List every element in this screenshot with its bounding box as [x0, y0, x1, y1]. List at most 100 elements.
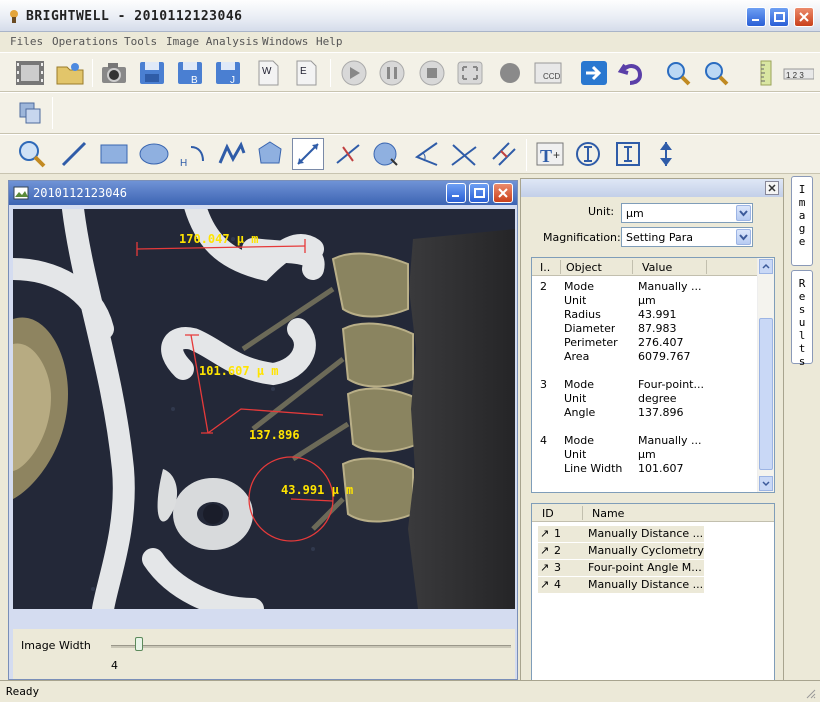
- save-jpg-icon[interactable]: J: [212, 57, 244, 89]
- polygon-tool-icon[interactable]: [254, 138, 286, 170]
- angle-tool-icon[interactable]: [410, 138, 442, 170]
- menu-help[interactable]: Help: [316, 35, 343, 48]
- open-folder-icon[interactable]: [54, 57, 86, 89]
- tab-image-letter: m: [798, 196, 806, 209]
- grid-cell-object: Unit: [564, 294, 587, 307]
- grid-header-value[interactable]: Value: [642, 261, 672, 274]
- grid-row[interactable]: Unit degree: [532, 391, 758, 405]
- distance-tool-icon[interactable]: [292, 138, 324, 170]
- unit-label: Unit:: [588, 205, 615, 218]
- menu-image-analysis[interactable]: Image Analysis: [166, 35, 259, 48]
- vertical-bar-icon[interactable]: [612, 138, 644, 170]
- ellipse-tool-icon[interactable]: [138, 138, 170, 170]
- text-tool-icon[interactable]: T +: [534, 138, 566, 170]
- zoom-in-icon[interactable]: [662, 57, 694, 89]
- app-title: BRIGHTWELL - 2010112123046: [26, 9, 243, 24]
- ruler-horizontal-icon[interactable]: 1 2 3: [782, 57, 814, 89]
- grid-row[interactable]: Diameter 87.983: [532, 321, 758, 335]
- microscope-image[interactable]: 170.047 μ m 101.607 μ m 137.896 43.991 μ…: [13, 209, 515, 609]
- magnifier-icon[interactable]: [16, 138, 48, 170]
- grid-row[interactable]: [532, 363, 758, 377]
- vertical-distance-icon[interactable]: [650, 138, 682, 170]
- image-close-button[interactable]: [493, 183, 513, 203]
- camera-icon[interactable]: [98, 57, 130, 89]
- measurement-list[interactable]: ID Name ↗ 1 Manually Distance ... ↗ 2 Ma…: [531, 503, 775, 695]
- results-panel: Unit: μm Magnification: Setting Para I..…: [520, 178, 784, 698]
- record-icon[interactable]: [494, 57, 526, 89]
- vertical-circle-icon[interactable]: [572, 138, 604, 170]
- close-button[interactable]: [794, 7, 814, 27]
- menu-windows[interactable]: Windows: [262, 35, 308, 48]
- list-item-name: Manually Cyclometry: [588, 544, 704, 557]
- grid-row[interactable]: Unit μm: [532, 447, 758, 461]
- scroll-down-icon[interactable]: [759, 476, 773, 491]
- film-icon[interactable]: [14, 57, 46, 89]
- image-maximize-button[interactable]: [469, 183, 489, 203]
- grid-row[interactable]: Line Width 101.607: [532, 461, 758, 475]
- list-item[interactable]: ↗ 4 Manually Distance ...: [538, 577, 704, 593]
- list-item[interactable]: ↗ 1 Manually Distance ...: [538, 526, 704, 542]
- magnification-select[interactable]: Setting Para: [621, 227, 753, 247]
- save-bmp-icon[interactable]: B: [174, 57, 206, 89]
- four-point-angle-icon[interactable]: [448, 138, 480, 170]
- line-tool-icon[interactable]: [58, 138, 90, 170]
- stop-icon[interactable]: [416, 57, 448, 89]
- grid-row[interactable]: Unit μm: [532, 293, 758, 307]
- scroll-up-icon[interactable]: [759, 259, 773, 274]
- menu-tools[interactable]: Tools: [124, 35, 157, 48]
- fullscreen-icon[interactable]: [454, 57, 486, 89]
- cross-line-tool-icon[interactable]: [332, 138, 364, 170]
- panel-close-button[interactable]: [765, 181, 779, 195]
- list-header-id[interactable]: ID: [542, 507, 554, 520]
- scroll-thumb[interactable]: [759, 318, 773, 470]
- grid-row[interactable]: [532, 419, 758, 433]
- grid-row[interactable]: Area 6079.767: [532, 349, 758, 363]
- list-item[interactable]: ↗ 2 Manually Cyclometry: [538, 543, 704, 559]
- image-width-slider-track[interactable]: [111, 645, 511, 648]
- grid-row[interactable]: Radius 43.991: [532, 307, 758, 321]
- arc-tool-icon[interactable]: H: [176, 138, 208, 170]
- list-header-name[interactable]: Name: [592, 507, 624, 520]
- forward-arrow-icon[interactable]: [578, 57, 610, 89]
- measure-toolbar: H T +: [0, 134, 820, 174]
- grid-row[interactable]: Angle 137.896: [532, 405, 758, 419]
- grid-row[interactable]: 3 Mode Four-point...: [532, 377, 758, 391]
- play-icon[interactable]: [338, 57, 370, 89]
- undo-icon[interactable]: [616, 57, 648, 89]
- image-width-slider-thumb[interactable]: [135, 637, 143, 651]
- list-item[interactable]: ↗ 3 Four-point Angle M...: [538, 560, 704, 576]
- ruler-vertical-icon[interactable]: [746, 57, 778, 89]
- rectangle-tool-icon[interactable]: [98, 138, 130, 170]
- image-minimize-button[interactable]: [446, 183, 466, 203]
- layers-icon[interactable]: [14, 97, 46, 129]
- grid-header-id[interactable]: I..: [540, 261, 550, 274]
- grid-row[interactable]: Perimeter 276.407: [532, 335, 758, 349]
- tab-results[interactable]: Results: [791, 270, 813, 368]
- maximize-button[interactable]: [769, 7, 789, 27]
- resize-grip-icon[interactable]: [804, 687, 816, 699]
- export-excel-icon[interactable]: E: [290, 57, 322, 89]
- menu-files[interactable]: Files: [10, 35, 43, 48]
- parallel-distance-icon[interactable]: [488, 138, 520, 170]
- results-grid[interactable]: I.. Object Value 2 Mode Manually ... Unit μ…: [531, 257, 775, 493]
- grid-row[interactable]: 4 Mode Manually ...: [532, 433, 758, 447]
- polyline-tool-icon[interactable]: [216, 138, 248, 170]
- grid-row[interactable]: 2 Mode Manually ...: [532, 279, 758, 293]
- svg-text:T: T: [540, 146, 552, 166]
- grid-cell-id: 3: [540, 378, 547, 391]
- grid-header-object[interactable]: Object: [566, 261, 602, 274]
- minimize-button[interactable]: [746, 7, 766, 27]
- pause-icon[interactable]: [376, 57, 408, 89]
- circle-tool-icon[interactable]: [370, 138, 402, 170]
- menu-operations[interactable]: Operations: [52, 35, 118, 48]
- zoom-out-icon[interactable]: [700, 57, 732, 89]
- list-item-name: Four-point Angle M...: [588, 561, 702, 574]
- ccd-settings-icon[interactable]: CCD: [532, 57, 564, 89]
- export-word-icon[interactable]: W: [252, 57, 284, 89]
- tab-image-letter: g: [798, 222, 806, 235]
- grid-scrollbar[interactable]: [757, 258, 774, 492]
- unit-select[interactable]: μm: [621, 203, 753, 223]
- save-icon[interactable]: [136, 57, 168, 89]
- tab-image[interactable]: Image: [791, 176, 813, 266]
- measure-arrow-icon: ↗: [540, 527, 550, 540]
